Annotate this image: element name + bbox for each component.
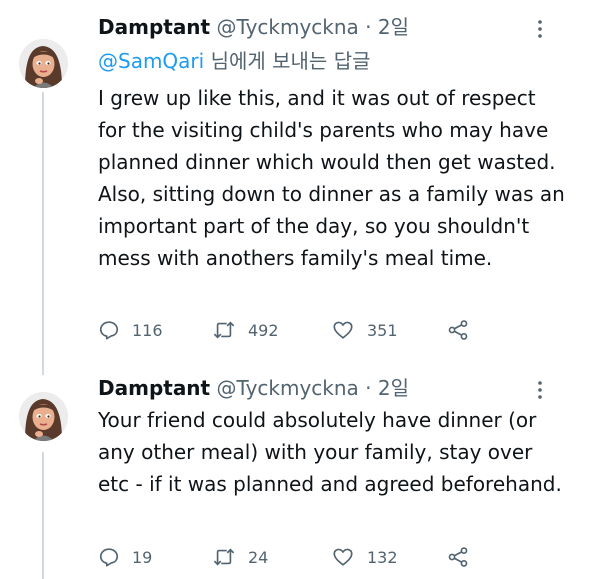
tweet-text: I grew up like this, and it was out of r… — [98, 86, 565, 270]
display-name[interactable]: Damptant — [98, 376, 210, 400]
tweet-text: Your friend could absolutely have dinner… — [98, 408, 562, 496]
tweet[interactable]: Damptant @Tyckmyckna · 2일 @SamQari 님에게 보… — [0, 0, 592, 360]
mention-link[interactable]: @SamQari — [98, 49, 204, 73]
tweet-header: Damptant @Tyckmyckna · 2일 — [98, 376, 409, 400]
replying-to: @SamQari 님에게 보내는 답글 — [98, 49, 371, 73]
avatar[interactable] — [19, 392, 68, 441]
separator-dot: · — [365, 15, 372, 39]
like-count: 132 — [367, 547, 398, 567]
reply-icon — [99, 321, 119, 340]
timestamp[interactable]: 2일 — [378, 376, 409, 400]
retweet-count: 24 — [248, 547, 269, 567]
more-icon — [538, 20, 542, 38]
tweet-header: Damptant @Tyckmyckna · 2일 — [98, 15, 409, 39]
retweet-button[interactable]: 24 — [212, 546, 268, 568]
more-button[interactable] — [526, 15, 554, 43]
reply-count: 19 — [132, 547, 153, 567]
retweet-icon — [213, 548, 235, 566]
retweet-count: 492 — [248, 320, 279, 340]
like-button[interactable]: 351 — [331, 319, 398, 341]
user-handle[interactable]: @Tyckmyckna — [216, 376, 358, 400]
heart-icon — [333, 321, 353, 339]
reply-button[interactable]: 19 — [98, 546, 152, 568]
reply-button[interactable]: 116 — [98, 319, 163, 341]
share-icon — [448, 547, 468, 567]
like-count: 351 — [367, 320, 398, 340]
tweet[interactable]: Damptant @Tyckmyckna · 2일 Your friend co… — [0, 360, 592, 579]
share-button[interactable] — [446, 546, 470, 568]
replying-to-label: 님에게 보내는 답글 — [210, 49, 371, 73]
reply-icon — [99, 548, 119, 567]
avatar[interactable] — [19, 39, 68, 88]
retweet-icon — [213, 321, 235, 339]
more-button[interactable] — [526, 376, 554, 404]
share-icon — [448, 320, 468, 340]
timestamp[interactable]: 2일 — [378, 15, 409, 39]
reply-count: 116 — [132, 320, 163, 340]
more-icon — [538, 381, 542, 399]
display-name[interactable]: Damptant — [98, 15, 210, 39]
like-button[interactable]: 132 — [331, 546, 398, 568]
retweet-button[interactable]: 492 — [212, 319, 279, 341]
user-handle[interactable]: @Tyckmyckna — [216, 15, 358, 39]
separator-dot: · — [365, 376, 372, 400]
share-button[interactable] — [446, 319, 470, 341]
heart-icon — [333, 548, 353, 566]
